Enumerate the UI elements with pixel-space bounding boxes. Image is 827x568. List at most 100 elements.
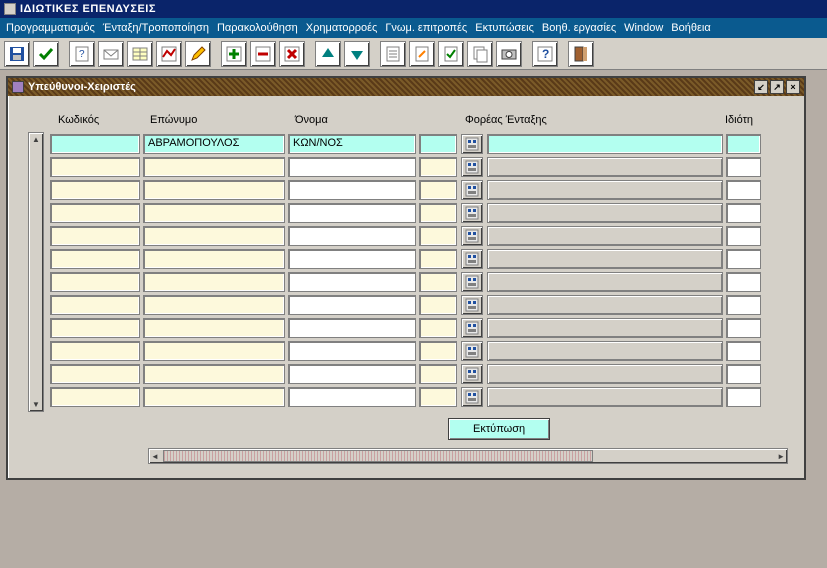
cell-surname[interactable]: [143, 203, 285, 223]
menu-item[interactable]: Βοήθεια: [671, 22, 710, 34]
plus-icon[interactable]: [221, 41, 247, 67]
lookup-button[interactable]: [461, 249, 483, 269]
ok-icon[interactable]: [33, 41, 59, 67]
cell-name[interactable]: [288, 364, 416, 384]
cell-idioti[interactable]: [726, 295, 761, 315]
cell-x1[interactable]: [419, 272, 457, 292]
horizontal-scrollbar[interactable]: ◄ ►: [148, 448, 788, 464]
cell-name[interactable]: [288, 249, 416, 269]
cell-surname[interactable]: [143, 364, 285, 384]
doc-edit-icon[interactable]: [409, 41, 435, 67]
cell-code[interactable]: [50, 364, 140, 384]
scrollbar-thumb[interactable]: [163, 450, 593, 462]
menu-item[interactable]: Προγραμματισμός: [6, 22, 95, 34]
cell-x1[interactable]: [419, 203, 457, 223]
close-button[interactable]: ×: [786, 80, 800, 94]
cell-x1[interactable]: [419, 226, 457, 246]
doc-copy-icon[interactable]: [467, 41, 493, 67]
lookup-button[interactable]: [461, 341, 483, 361]
cell-code[interactable]: [50, 249, 140, 269]
cell-surname[interactable]: [143, 341, 285, 361]
pencil-icon[interactable]: [185, 41, 211, 67]
menu-item[interactable]: Window: [624, 22, 663, 34]
lookup-button[interactable]: [461, 318, 483, 338]
lookup-button[interactable]: [461, 203, 483, 223]
menu-item[interactable]: Παρακολούθηση: [217, 22, 298, 34]
cell-code[interactable]: [50, 157, 140, 177]
arrow-up-icon[interactable]: [315, 41, 341, 67]
chart-icon[interactable]: [156, 41, 182, 67]
cell-name[interactable]: ΚΩΝ/ΝΟΣ: [288, 134, 416, 154]
cell-code[interactable]: [50, 295, 140, 315]
cell-name[interactable]: [288, 341, 416, 361]
cell-code[interactable]: [50, 226, 140, 246]
save-icon[interactable]: [4, 41, 30, 67]
cell-foreias[interactable]: [487, 157, 723, 177]
cell-surname[interactable]: ΑΒΡΑΜΟΠΟΥΛΟΣ: [143, 134, 285, 154]
cell-x1[interactable]: [419, 180, 457, 200]
cell-surname[interactable]: [143, 387, 285, 407]
cell-surname[interactable]: [143, 295, 285, 315]
mail-icon[interactable]: [98, 41, 124, 67]
cell-foreias[interactable]: [487, 180, 723, 200]
cell-x1[interactable]: [419, 295, 457, 315]
cell-idioti[interactable]: [726, 134, 761, 154]
menu-item[interactable]: Γνωμ. επιτροπές: [385, 22, 467, 34]
cell-foreias[interactable]: [487, 134, 723, 154]
help-doc-icon[interactable]: ?: [69, 41, 95, 67]
cell-code[interactable]: [50, 203, 140, 223]
cell-surname[interactable]: [143, 180, 285, 200]
cell-name[interactable]: [288, 387, 416, 407]
cell-foreias[interactable]: [487, 249, 723, 269]
menu-item[interactable]: Βοηθ. εργασίες: [542, 22, 616, 34]
cell-surname[interactable]: [143, 157, 285, 177]
cell-surname[interactable]: [143, 272, 285, 292]
cell-code[interactable]: [50, 318, 140, 338]
cell-foreias[interactable]: [487, 226, 723, 246]
cell-idioti[interactable]: [726, 203, 761, 223]
cell-name[interactable]: [288, 203, 416, 223]
cell-idioti[interactable]: [726, 249, 761, 269]
table-icon[interactable]: [127, 41, 153, 67]
lookup-button[interactable]: [461, 226, 483, 246]
cell-idioti[interactable]: [726, 157, 761, 177]
scroll-left-icon[interactable]: ◄: [151, 452, 159, 461]
cell-x1[interactable]: [419, 364, 457, 384]
maximize-button[interactable]: ↗: [770, 80, 784, 94]
scroll-down-icon[interactable]: ▼: [32, 400, 40, 409]
scroll-up-icon[interactable]: ▲: [32, 135, 40, 144]
cell-name[interactable]: [288, 318, 416, 338]
lookup-button[interactable]: [461, 295, 483, 315]
cell-name[interactable]: [288, 295, 416, 315]
print-button[interactable]: Εκτύπωση: [448, 418, 550, 440]
minimize-button[interactable]: ↙: [754, 80, 768, 94]
cell-x1[interactable]: [419, 318, 457, 338]
cell-code[interactable]: [50, 341, 140, 361]
cell-name[interactable]: [288, 157, 416, 177]
lookup-button[interactable]: [461, 180, 483, 200]
cell-x1[interactable]: [419, 157, 457, 177]
cell-x1[interactable]: [419, 387, 457, 407]
lookup-button[interactable]: [461, 134, 483, 154]
cell-foreias[interactable]: [487, 387, 723, 407]
lookup-button[interactable]: [461, 364, 483, 384]
snap-icon[interactable]: [496, 41, 522, 67]
cell-code[interactable]: [50, 272, 140, 292]
cell-idioti[interactable]: [726, 226, 761, 246]
cell-x1[interactable]: [419, 341, 457, 361]
menu-item[interactable]: Ένταξη/Τροποποίηση: [103, 22, 209, 34]
cell-foreias[interactable]: [487, 203, 723, 223]
doc-lines-icon[interactable]: [380, 41, 406, 67]
lookup-button[interactable]: [461, 387, 483, 407]
vertical-scrollbar[interactable]: ▲ ▼: [28, 132, 44, 412]
cell-foreias[interactable]: [487, 364, 723, 384]
menu-item[interactable]: Χρηματορροές: [306, 22, 378, 34]
exit-icon[interactable]: [568, 41, 594, 67]
minus-icon[interactable]: [250, 41, 276, 67]
cell-name[interactable]: [288, 226, 416, 246]
cell-idioti[interactable]: [726, 364, 761, 384]
cell-foreias[interactable]: [487, 318, 723, 338]
cell-surname[interactable]: [143, 226, 285, 246]
cell-foreias[interactable]: [487, 272, 723, 292]
cell-name[interactable]: [288, 272, 416, 292]
